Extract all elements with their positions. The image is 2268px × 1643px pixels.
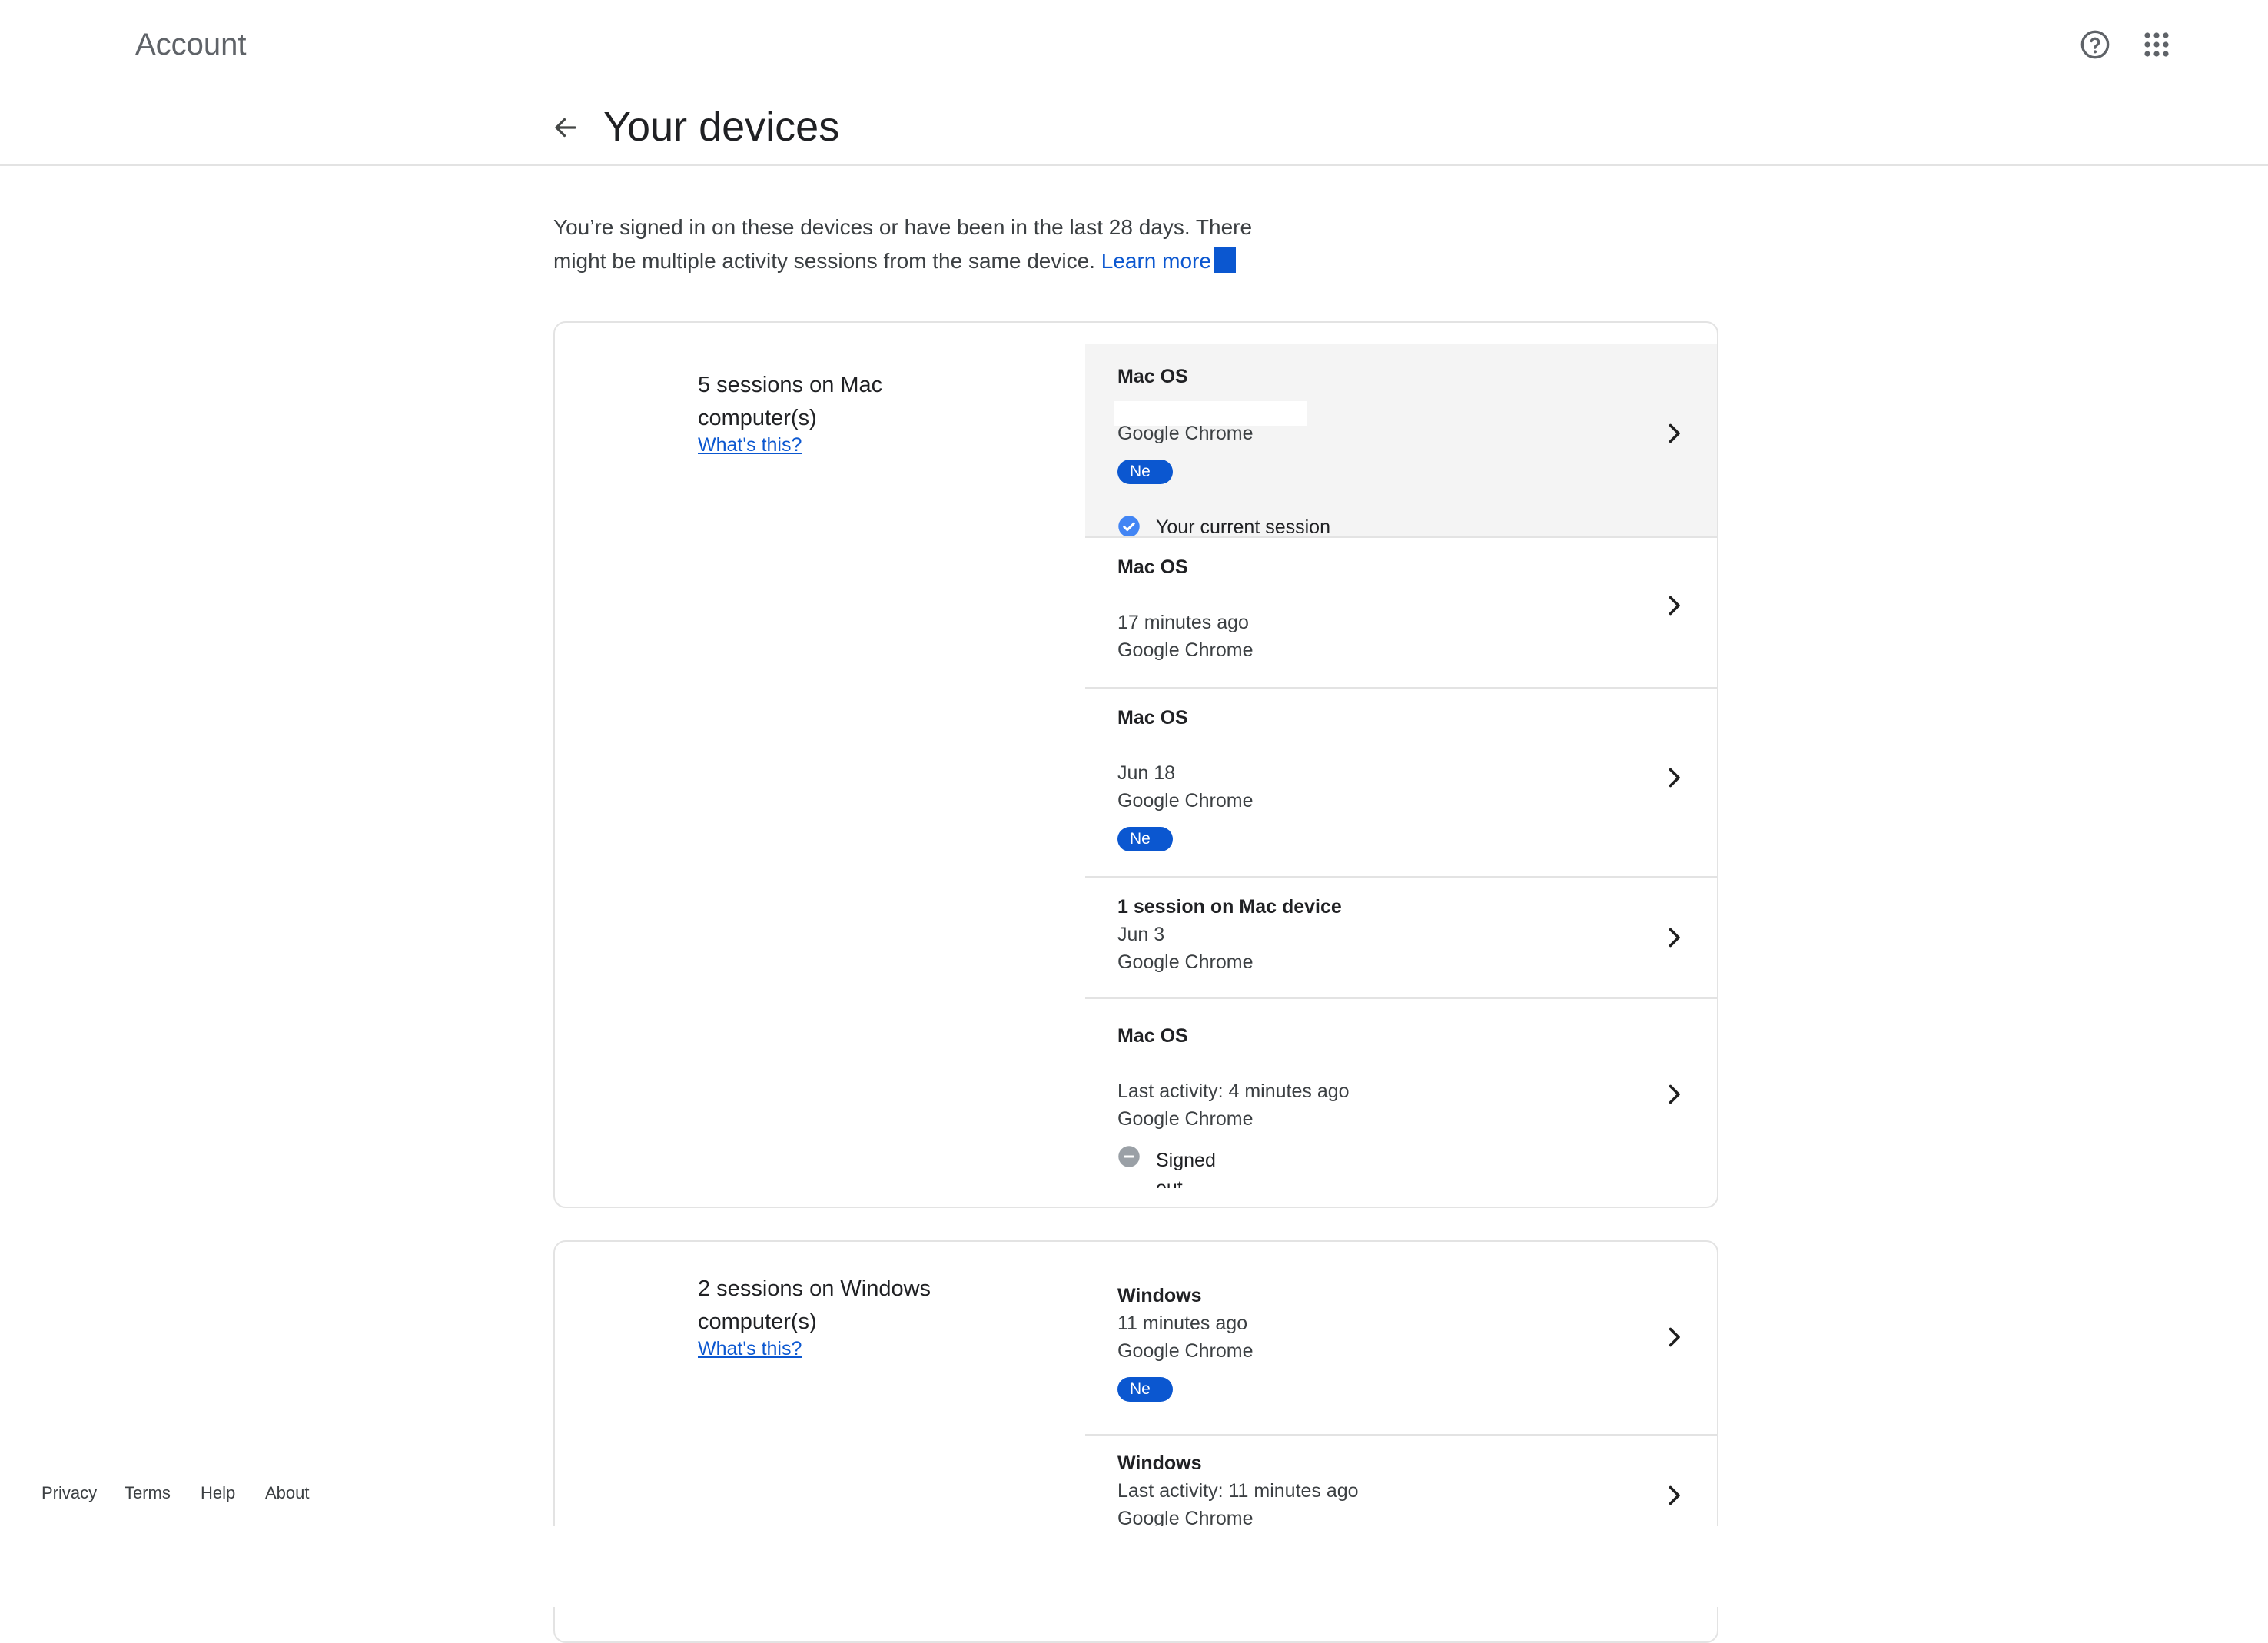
session-last-active: Jun 18 (1117, 762, 1176, 784)
session-device-name: Mac OS (1117, 366, 1188, 387)
signed-out-icon (1118, 1146, 1140, 1167)
session-browser: Google Chrome (1117, 639, 1254, 661)
session-row[interactable]: Mac OS Jun 18 Google Chrome Ne (1085, 689, 1717, 878)
session-status: Your current session (1156, 516, 1330, 538)
page-title: Your devices (603, 104, 840, 150)
session-row[interactable]: Mac OS Google Chrome Ne Your current ses… (1085, 344, 1717, 538)
session-device-name: Windows (1117, 1452, 1202, 1474)
chevron-right-icon (1669, 596, 1680, 616)
footer-about-link[interactable]: About (265, 1483, 310, 1503)
session-last-active: Jun 3 (1117, 924, 1165, 945)
session-row[interactable]: Windows 11 minutes ago Google Chrome Ne (1085, 1257, 1717, 1436)
whats-this-link[interactable]: What's this? (698, 432, 802, 458)
session-browser: Google Chrome (1117, 423, 1254, 444)
new-badge: Ne (1117, 827, 1173, 851)
session-row[interactable]: Mac OS Last activity: 4 minutes ago Goog… (1085, 999, 1717, 1188)
session-row[interactable]: 1 session on Mac device Jun 3 Google Chr… (1085, 878, 1717, 999)
footer-terms-link[interactable]: Terms (125, 1483, 171, 1503)
whats-this-link[interactable]: What's this? (698, 1336, 802, 1362)
group-title: 2 sessions on Windows computer(s) (698, 1276, 931, 1334)
chevron-right-icon (1669, 928, 1680, 948)
help-icon[interactable] (2072, 22, 2118, 68)
session-last-active: 17 minutes ago (1117, 612, 1249, 633)
chevron-right-icon (1669, 1084, 1680, 1104)
session-last-active: 11 minutes ago (1117, 1313, 1248, 1334)
session-device-name: Mac OS (1117, 1025, 1188, 1047)
chevron-right-icon (1669, 1327, 1680, 1347)
session-device-name: Windows (1117, 1285, 1202, 1306)
session-browser: Google Chrome (1117, 951, 1254, 973)
back-arrow-icon[interactable] (543, 105, 589, 151)
session-device-name: 1 session on Mac device (1117, 896, 1342, 918)
session-status: Signed out (1156, 1150, 1216, 1188)
text-cursor (1214, 247, 1236, 273)
chevron-right-icon (1669, 768, 1680, 788)
intro-text: You’re signed in on these devices or hav… (553, 211, 1307, 278)
app-title[interactable]: Account (135, 28, 247, 62)
session-device-name: Mac OS (1117, 707, 1188, 729)
session-last-active: Last activity: 11 minutes ago (1117, 1480, 1359, 1502)
session-device-name: Mac OS (1117, 556, 1188, 578)
session-last-active: Last activity: 4 minutes ago (1117, 1080, 1350, 1102)
learn-more-link[interactable]: Learn more (1101, 249, 1211, 273)
header-divider (0, 164, 2268, 166)
session-browser: Google Chrome (1117, 1108, 1254, 1130)
new-badge: Ne (1117, 460, 1173, 484)
session-row[interactable]: Mac OS 17 minutes ago Google Chrome (1085, 538, 1717, 689)
group-title: 5 sessions on Mac computer(s) (698, 373, 883, 430)
check-circle-icon (1118, 516, 1140, 537)
chevron-right-icon (1669, 423, 1680, 443)
session-browser: Google Chrome (1117, 1340, 1254, 1362)
session-browser: Google Chrome (1117, 790, 1254, 812)
chevron-right-icon (1669, 1485, 1680, 1505)
mac-sessions-card: 5 sessions on Mac computer(s) What's thi… (553, 321, 1718, 1208)
apps-grid-icon[interactable] (2134, 22, 2180, 68)
page-bottom (0, 1526, 2268, 1607)
new-badge: Ne (1117, 1377, 1173, 1402)
footer-privacy-link[interactable]: Privacy (42, 1483, 97, 1503)
footer-help-link[interactable]: Help (201, 1483, 235, 1503)
